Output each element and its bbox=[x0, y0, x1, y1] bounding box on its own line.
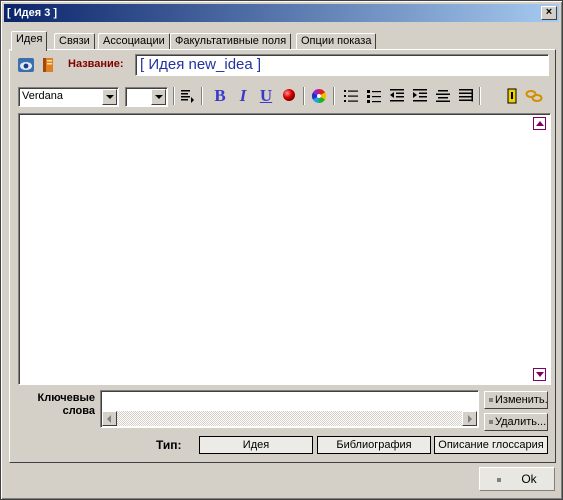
align-center-icon[interactable] bbox=[434, 86, 452, 106]
tab-label: Связи bbox=[59, 35, 90, 47]
link-icon[interactable] bbox=[525, 86, 543, 106]
horizontal-scrollbar[interactable] bbox=[102, 411, 477, 426]
tab-links[interactable]: Связи bbox=[54, 33, 95, 50]
toolbar-separator bbox=[173, 87, 175, 105]
tab-label: Факультативные поля bbox=[175, 35, 287, 47]
scroll-right-icon[interactable] bbox=[462, 411, 477, 426]
tab-optional-fields[interactable]: Факультативные поля bbox=[170, 33, 292, 50]
tab-idea[interactable]: Идея bbox=[11, 31, 48, 51]
rich-text-editor[interactable] bbox=[18, 113, 551, 385]
indent-icon[interactable] bbox=[411, 86, 429, 106]
toolbar-separator bbox=[201, 87, 203, 105]
italic-button[interactable]: I bbox=[234, 86, 252, 106]
bullet-icon bbox=[489, 420, 493, 425]
tab-label: Идея bbox=[16, 33, 43, 45]
chevron-down-icon[interactable] bbox=[151, 89, 166, 105]
toolbar-separator bbox=[333, 87, 335, 105]
font-size-select[interactable] bbox=[125, 87, 168, 107]
idea-dialog: [ Идея 3 ] × Идея Связи Ассоциации Факул… bbox=[0, 0, 563, 500]
bold-button[interactable]: B bbox=[211, 86, 229, 106]
color-wheel-icon[interactable] bbox=[310, 86, 328, 106]
tab-associations[interactable]: Ассоциации bbox=[98, 33, 170, 50]
keywords-field[interactable] bbox=[100, 390, 479, 428]
align-justify-icon[interactable] bbox=[457, 86, 475, 106]
tab-label: Ассоциации bbox=[103, 35, 165, 47]
name-label: Название: bbox=[68, 58, 124, 70]
font-family-value: Verdana bbox=[22, 90, 63, 102]
title-bar[interactable]: [ Идея 3 ] × bbox=[4, 4, 559, 22]
window-title: [ Идея 3 ] bbox=[7, 7, 58, 19]
eye-icon[interactable] bbox=[17, 57, 35, 73]
type-bibliography-button[interactable]: Библиография bbox=[317, 436, 431, 454]
ok-button[interactable]: Ok bbox=[479, 467, 555, 491]
scroll-left-icon[interactable] bbox=[102, 411, 117, 426]
tab-display-options[interactable]: Опции показа bbox=[296, 33, 377, 50]
edit-keywords-button[interactable]: Изменить... bbox=[484, 391, 548, 409]
toolbar-separator bbox=[303, 87, 305, 105]
tab-label: Опции показа bbox=[301, 35, 372, 47]
delete-keywords-label: Удалить... bbox=[495, 416, 547, 428]
type-glossary-button[interactable]: Описание глоссария bbox=[434, 436, 548, 454]
bullet-icon bbox=[489, 398, 493, 403]
name-input[interactable]: [ Идея new_idea ] bbox=[135, 54, 549, 76]
type-idea-button[interactable]: Идея bbox=[199, 436, 313, 454]
delete-keywords-button[interactable]: Удалить... bbox=[484, 413, 548, 431]
book-icon[interactable] bbox=[41, 57, 55, 73]
scroll-up-icon[interactable] bbox=[533, 117, 546, 130]
bookmark-icon[interactable] bbox=[503, 86, 521, 106]
font-family-select[interactable]: Verdana bbox=[18, 87, 119, 107]
bullet-icon bbox=[497, 477, 502, 482]
close-button[interactable]: × bbox=[541, 6, 557, 20]
type-label: Тип: bbox=[156, 438, 182, 452]
ok-label: Ok bbox=[521, 472, 537, 486]
numbered-list-icon[interactable] bbox=[342, 86, 360, 106]
toolbar-separator bbox=[479, 87, 481, 105]
underline-button[interactable]: U bbox=[257, 86, 275, 106]
keywords-label: Ключевые слова bbox=[37, 392, 95, 417]
bullet-list-icon[interactable] bbox=[365, 86, 383, 106]
red-ball-icon[interactable] bbox=[280, 86, 298, 106]
scroll-down-icon[interactable] bbox=[533, 368, 546, 381]
edit-keywords-label: Изменить... bbox=[495, 394, 548, 406]
chevron-down-icon[interactable] bbox=[102, 89, 117, 105]
text-direction-icon[interactable] bbox=[178, 86, 196, 106]
close-icon: × bbox=[545, 6, 553, 18]
outdent-icon[interactable] bbox=[388, 86, 406, 106]
